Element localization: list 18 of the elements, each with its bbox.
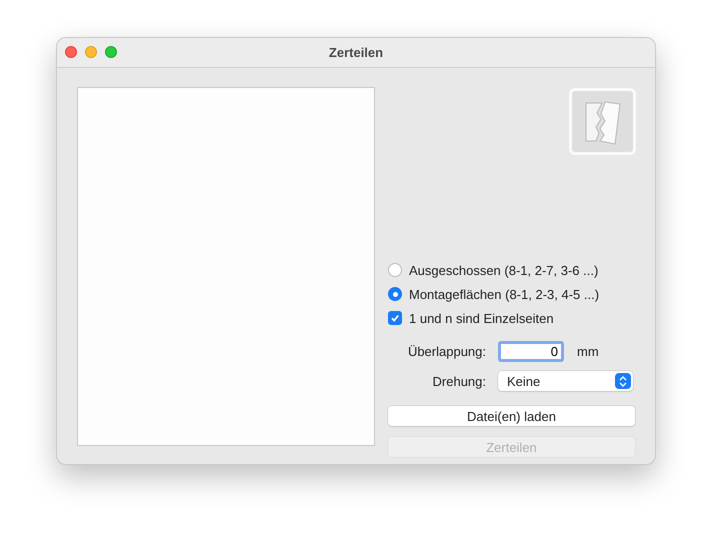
overlap-field[interactable]: 0 [498, 340, 564, 362]
radio-option[interactable]: Montageflächen (8-1, 2-3, 4-5 ...) [388, 282, 635, 306]
radio-button[interactable] [388, 287, 402, 301]
checkbox[interactable] [388, 311, 402, 325]
checkbox-option[interactable]: 1 und n sind Einzelseiten [388, 306, 635, 330]
overlap-label: Überlappung: [406, 344, 486, 358]
close-button[interactable] [65, 46, 77, 58]
zoom-button[interactable] [105, 46, 117, 58]
window-title: Zerteilen [328, 45, 384, 60]
push-button[interactable]: Datei(en) laden [388, 406, 635, 426]
minimize-button[interactable] [85, 46, 97, 58]
stepper-icon [615, 373, 631, 389]
unit-label: mm [577, 344, 599, 358]
radio-option[interactable]: Ausgeschossen (8-1, 2-7, 3-6 ...) [388, 258, 635, 282]
rotation-dropdown[interactable]: Keine [498, 371, 633, 391]
rotation-label: Drehung: [432, 374, 486, 388]
radio-button[interactable] [388, 263, 402, 277]
checkmark-icon [390, 313, 400, 323]
